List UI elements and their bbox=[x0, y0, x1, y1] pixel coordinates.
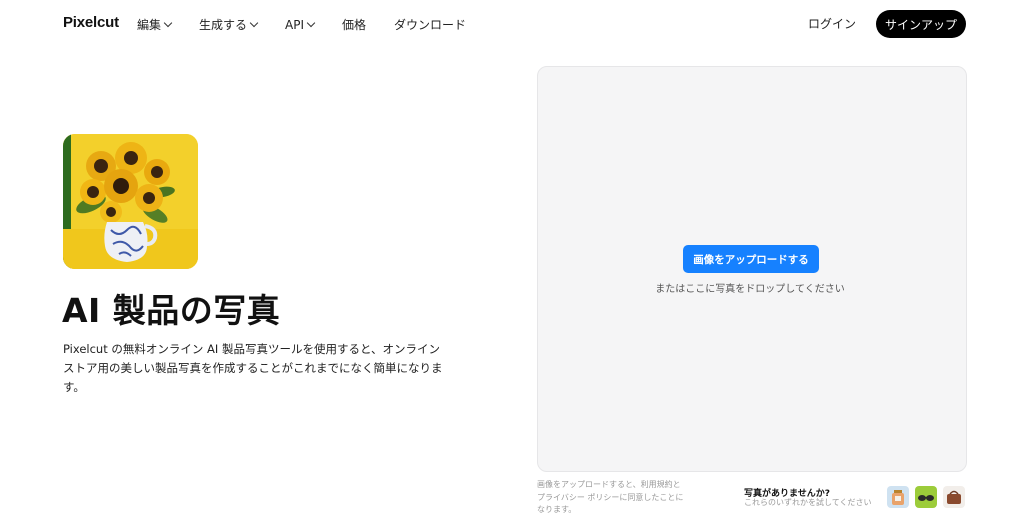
chevron-down-icon bbox=[249, 18, 259, 28]
menu-item-label: 編集 bbox=[137, 18, 162, 32]
chevron-down-icon bbox=[163, 18, 173, 28]
chevron-down-icon bbox=[306, 18, 316, 28]
menu-item-download[interactable]: ダウンロード bbox=[394, 16, 466, 33]
no-image-subtitle: これらのいずれかを試してください bbox=[744, 498, 872, 507]
sunglasses-sample[interactable] bbox=[915, 486, 937, 508]
menu-item-pricing[interactable]: 価格 bbox=[342, 16, 366, 33]
perfume-bottle-sample[interactable] bbox=[887, 486, 909, 508]
menu-item-label: API bbox=[285, 17, 305, 32]
login-link[interactable]: ログイン bbox=[808, 15, 856, 32]
menu-item-api[interactable]: API bbox=[285, 16, 316, 33]
page-title: AI 製品の写真 bbox=[62, 291, 281, 330]
perfume-bottle-icon bbox=[887, 486, 909, 508]
sunglasses-icon bbox=[915, 486, 937, 508]
handbag-icon bbox=[943, 486, 965, 508]
menu-item-label: ダウンロード bbox=[394, 18, 467, 32]
signup-button[interactable]: サインアップ bbox=[876, 10, 966, 38]
terms-notice: 画像をアップロードすると、利用規約とプライバシー ポリシーに同意したことになりま… bbox=[537, 480, 684, 514]
drop-hint: またはここに写真をドロップしてください bbox=[655, 284, 845, 295]
menu-item-edit[interactable]: 編集 bbox=[137, 16, 173, 33]
upload-image-button[interactable]: 画像をアップロードする bbox=[683, 245, 819, 273]
top-nav: Pixelcut 編集 生成する API 価格 ダウンロード ログイン サインア… bbox=[0, 0, 1024, 46]
main-menu: 編集 生成する API 価格 ダウンロード bbox=[137, 16, 494, 33]
logo[interactable]: Pixelcut bbox=[63, 14, 119, 31]
handbag-sample[interactable] bbox=[943, 486, 965, 508]
sunflower-vase-illustration bbox=[63, 134, 198, 269]
sunflower-vase-image bbox=[63, 134, 198, 269]
menu-item-label: 価格 bbox=[342, 18, 367, 32]
menu-item-label: 生成する bbox=[199, 18, 248, 32]
menu-item-generate[interactable]: 生成する bbox=[199, 16, 259, 33]
page-description: Pixelcut の無料オンライン AI 製品写真ツールを使用すると、オンライン… bbox=[63, 342, 443, 394]
